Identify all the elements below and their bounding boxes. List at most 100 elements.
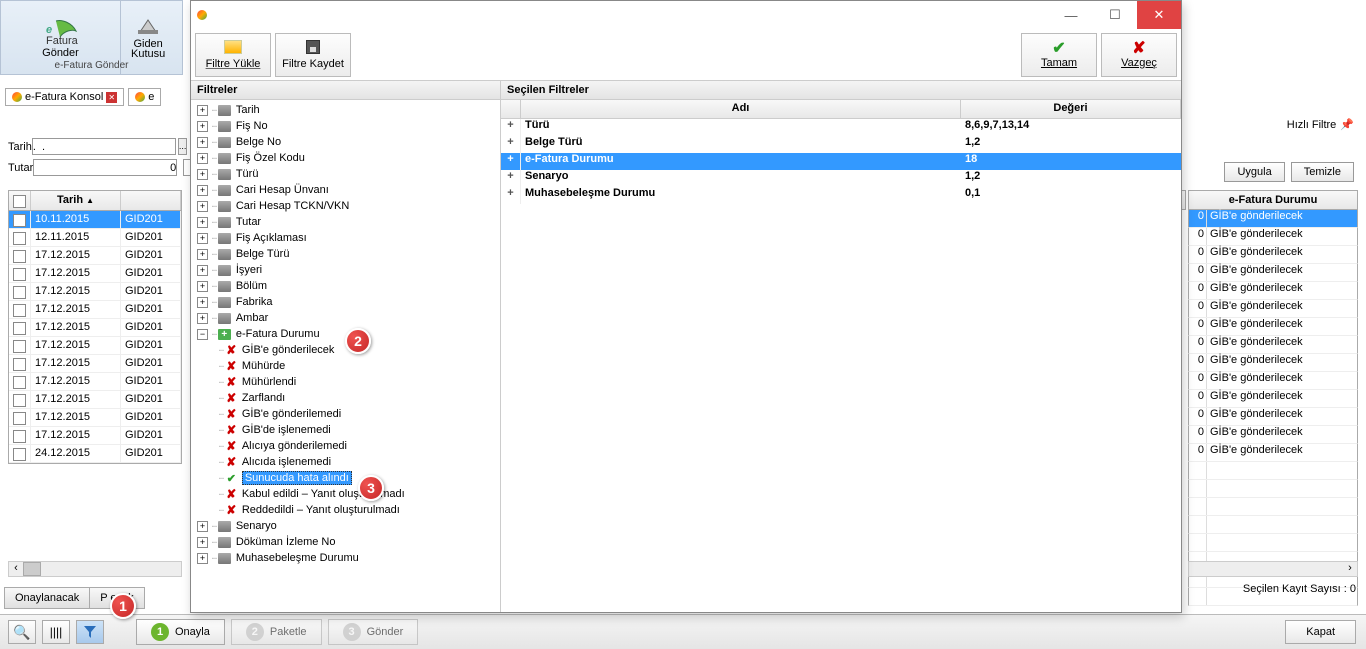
- tutar-from-input[interactable]: [33, 159, 177, 176]
- tab-efatura-konsol[interactable]: e-Fatura Konsol ✕: [5, 88, 124, 106]
- tree-node[interactable]: +┈Belge Türü: [191, 246, 500, 262]
- col-efatura-durumu[interactable]: e-Fatura Durumu: [1188, 190, 1358, 210]
- table-row[interactable]: 24.12.2015 GID201: [9, 445, 181, 463]
- table-row[interactable]: 0GİB'e gönderilecek: [1188, 372, 1358, 390]
- plus-icon[interactable]: +: [501, 136, 521, 153]
- tree-node[interactable]: +┈Senaryo: [191, 518, 500, 534]
- expand-icon[interactable]: +: [197, 121, 208, 132]
- row-checkbox[interactable]: [13, 232, 26, 245]
- tree-node[interactable]: +┈Cari Hesap Ünvanı: [191, 182, 500, 198]
- table-row[interactable]: 0GİB'e gönderilecek: [1188, 444, 1358, 462]
- filter-icon-button[interactable]: [76, 620, 104, 644]
- row-checkbox[interactable]: [13, 376, 26, 389]
- tree-node[interactable]: +┈Belge No: [191, 134, 500, 150]
- tree-child[interactable]: ┈✘GİB'de işlenemedi: [191, 422, 500, 438]
- barcode-icon-button[interactable]: ||||: [42, 620, 70, 644]
- table-row[interactable]: 17.12.2015 GID201: [9, 427, 181, 445]
- row-checkbox[interactable]: [13, 322, 26, 335]
- dialog-titlebar[interactable]: — ☐ ✕: [191, 1, 1181, 29]
- plus-icon[interactable]: +: [501, 153, 521, 170]
- selected-filter-row[interactable]: +Senaryo1,2: [501, 170, 1181, 187]
- expand-icon[interactable]: +: [197, 265, 208, 276]
- search-icon-button[interactable]: 🔍: [8, 620, 36, 644]
- table-row[interactable]: 0GİB'e gönderilecek: [1188, 264, 1358, 282]
- select-all-checkbox[interactable]: [13, 195, 26, 208]
- table-row[interactable]: 0GİB'e gönderilecek: [1188, 210, 1358, 228]
- tree-child[interactable]: ┈✘Mühürlendi: [191, 374, 500, 390]
- row-checkbox[interactable]: [13, 304, 26, 317]
- plus-icon[interactable]: +: [501, 119, 521, 136]
- tree-node[interactable]: +┈Döküman İzleme No: [191, 534, 500, 550]
- tamam-button[interactable]: ✔ Tamam: [1021, 33, 1097, 77]
- plus-icon[interactable]: +: [501, 170, 521, 187]
- tree-node[interactable]: +┈Fiş No: [191, 118, 500, 134]
- tree-child[interactable]: ┈✔Sunucuda hata alındı: [191, 470, 500, 486]
- row-checkbox[interactable]: [13, 448, 26, 461]
- tree-child[interactable]: ┈✘Reddedildi – Yanıt oluşturulmadı: [191, 502, 500, 518]
- tree-node[interactable]: +┈Tutar: [191, 214, 500, 230]
- row-checkbox[interactable]: [13, 286, 26, 299]
- table-row[interactable]: 0GİB'e gönderilecek: [1188, 390, 1358, 408]
- tree-node[interactable]: +┈Tarih: [191, 102, 500, 118]
- table-row[interactable]: 17.12.2015 GID201: [9, 337, 181, 355]
- row-checkbox[interactable]: [13, 394, 26, 407]
- kapat-button[interactable]: Kapat: [1285, 620, 1356, 644]
- tarih-from-input[interactable]: [32, 138, 176, 155]
- col-degeri[interactable]: Değeri: [961, 100, 1181, 118]
- expand-icon[interactable]: +: [197, 105, 208, 116]
- selected-filter-row[interactable]: +Belge Türü1,2: [501, 136, 1181, 153]
- tree-node[interactable]: +┈Ambar: [191, 310, 500, 326]
- tree-node[interactable]: +┈Fiş Açıklaması: [191, 230, 500, 246]
- row-checkbox[interactable]: [13, 268, 26, 281]
- table-row[interactable]: 17.12.2015 GID201: [9, 355, 181, 373]
- table-row[interactable]: 17.12.2015 GID201: [9, 391, 181, 409]
- expand-icon[interactable]: +: [197, 249, 208, 260]
- tree-child[interactable]: ┈✘Alıcıda işlenemedi: [191, 454, 500, 470]
- tab-2[interactable]: e: [128, 88, 161, 106]
- table-row[interactable]: 12.11.2015 GID201: [9, 229, 181, 247]
- collapse-icon[interactable]: −: [197, 329, 208, 340]
- table-row[interactable]: 0GİB'e gönderilecek: [1188, 426, 1358, 444]
- tree-child[interactable]: ┈✘Kabul edildi – Yanıt oluşturulmadı: [191, 486, 500, 502]
- table-row[interactable]: 17.12.2015 GID201: [9, 373, 181, 391]
- table-row[interactable]: 0GİB'e gönderilecek: [1188, 300, 1358, 318]
- table-row[interactable]: 10.11.2015 GID201: [9, 211, 181, 229]
- table-row[interactable]: 0GİB'e gönderilecek: [1188, 228, 1358, 246]
- plus-icon[interactable]: +: [501, 187, 521, 204]
- expand-icon[interactable]: +: [197, 281, 208, 292]
- close-button[interactable]: ✕: [1137, 1, 1181, 29]
- expand-icon[interactable]: +: [197, 137, 208, 148]
- onayla-step[interactable]: 1Onayla: [136, 619, 225, 645]
- table-row[interactable]: 0GİB'e gönderilecek: [1188, 408, 1358, 426]
- tree-child[interactable]: ┈✘Mühürde: [191, 358, 500, 374]
- col-adi[interactable]: Adı: [521, 100, 961, 118]
- table-row[interactable]: 0GİB'e gönderilecek: [1188, 354, 1358, 372]
- table-row[interactable]: 0GİB'e gönderilecek: [1188, 336, 1358, 354]
- paketle-step[interactable]: 2Paketle: [231, 619, 322, 645]
- tree-scroll[interactable]: +┈Tarih+┈Fiş No+┈Belge No+┈Fiş Özel Kodu…: [191, 100, 500, 612]
- table-row[interactable]: 17.12.2015 GID201: [9, 283, 181, 301]
- filtre-kaydet-button[interactable]: Filtre Kaydet: [275, 33, 351, 77]
- table-row[interactable]: 17.12.2015 GID201: [9, 247, 181, 265]
- table-row[interactable]: 0GİB'e gönderilecek: [1188, 282, 1358, 300]
- row-checkbox[interactable]: [13, 412, 26, 425]
- selected-filter-row[interactable]: +Muhasebeleşme Durumu0,1: [501, 187, 1181, 204]
- expand-icon[interactable]: +: [197, 169, 208, 180]
- expand-icon[interactable]: +: [197, 553, 208, 564]
- expand-icon[interactable]: +: [197, 537, 208, 548]
- temizle-button[interactable]: Temizle: [1291, 162, 1354, 182]
- right-scrollbar[interactable]: ›: [1188, 561, 1358, 577]
- vazgec-button[interactable]: ✘ Vazgeç: [1101, 33, 1177, 77]
- uygula-button[interactable]: Uygula: [1224, 162, 1284, 182]
- selected-filter-row[interactable]: +e-Fatura Durumu18: [501, 153, 1181, 170]
- tree-child[interactable]: ┈✘Alıcıya gönderilemedi: [191, 438, 500, 454]
- pin-icon[interactable]: 📌: [1340, 118, 1354, 131]
- expand-icon[interactable]: +: [197, 201, 208, 212]
- expand-icon[interactable]: +: [197, 297, 208, 308]
- tree-node[interactable]: +┈Cari Hesap TCKN/VKN: [191, 198, 500, 214]
- expand-icon[interactable]: +: [197, 217, 208, 228]
- gonder-step[interactable]: 3Gönder: [328, 619, 419, 645]
- tree-child[interactable]: ┈✘GİB'e gönderilemedi: [191, 406, 500, 422]
- row-checkbox[interactable]: [13, 358, 26, 371]
- tree-node[interactable]: +┈Türü: [191, 166, 500, 182]
